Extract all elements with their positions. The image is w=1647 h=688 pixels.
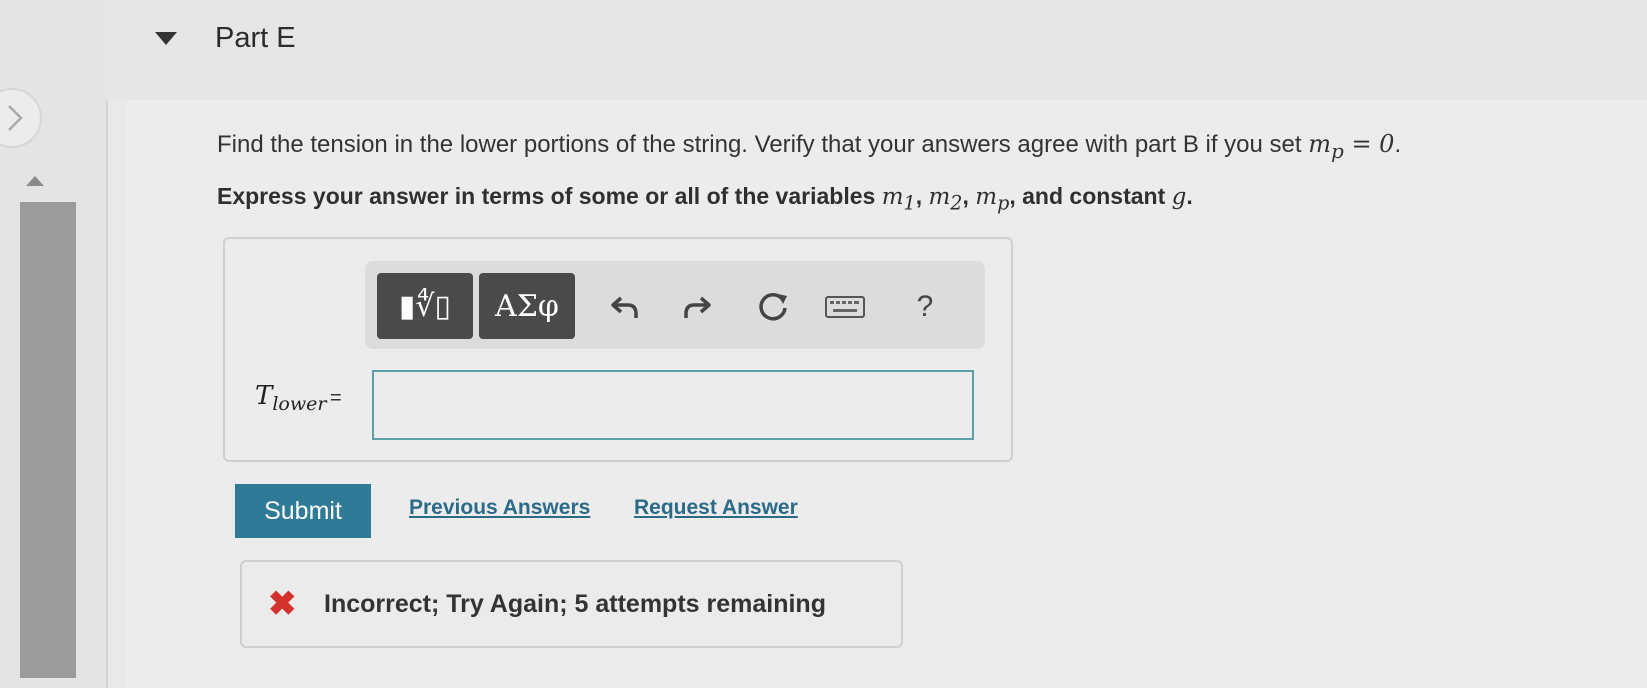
submit-button[interactable]: Submit — [235, 484, 371, 538]
equals-sign: = — [330, 387, 342, 409]
var-m1-sub: 1 — [903, 191, 916, 215]
scroll-up-arrow-icon[interactable] — [26, 176, 44, 186]
reset-icon[interactable] — [753, 287, 793, 327]
feedback-text: Incorrect; Try Again; 5 attempts remaini… — [324, 590, 826, 618]
request-answer-link[interactable]: Request Answer — [634, 496, 798, 520]
x-icon: ✖ — [268, 585, 297, 623]
part-title[interactable]: Part E — [215, 22, 296, 55]
instruction-main: Express your answer in terms of some or … — [217, 183, 882, 209]
help-button[interactable]: ? — [905, 287, 945, 327]
feedback-box: ✖ Incorrect; Try Again; 5 attempts remai… — [240, 560, 903, 648]
question-text: Find the tension in the lower portions o… — [217, 130, 1401, 163]
instruction-mid: , and constant — [1009, 183, 1172, 209]
var-m1-base: m — [881, 184, 904, 210]
var-mp: mp — [975, 184, 1009, 215]
header-band — [106, 0, 1647, 100]
var-m2-base: m — [928, 184, 951, 210]
redo-icon[interactable] — [677, 287, 717, 327]
undo-icon[interactable] — [605, 287, 645, 327]
expand-panel-button[interactable] — [0, 88, 42, 148]
var-mp-base: m — [975, 184, 998, 210]
math-toolbar: ▮∜▯ ΑΣφ ? — [365, 261, 985, 349]
sep-2: , — [962, 183, 976, 209]
var-mp-sub: p — [997, 191, 1010, 215]
answer-input[interactable] — [372, 370, 974, 440]
left-rail — [0, 0, 108, 688]
instruction-text: Express your answer in terms of some or … — [217, 183, 1193, 215]
answer-label-sub: lower — [272, 393, 327, 416]
answer-label-T: T — [255, 381, 273, 411]
answer-label: Tlower — [255, 381, 326, 415]
math-equals-zero: = 0 — [1343, 130, 1395, 158]
answer-panel: ▮∜▯ ΑΣφ ? Tlower = — [223, 237, 1013, 462]
instruction-end: . — [1186, 183, 1193, 209]
math-m: m — [1308, 130, 1331, 158]
question-text-main: Find the tension in the lower portions o… — [217, 131, 1309, 158]
question-period: . — [1394, 131, 1402, 158]
greek-symbols-button[interactable]: ΑΣφ — [479, 273, 575, 339]
sep-1: , — [915, 183, 929, 209]
var-m2-sub: 2 — [950, 191, 963, 215]
var-m1: m1 — [881, 184, 916, 215]
math-mp: mp — [1308, 130, 1344, 163]
chevron-right-icon — [8, 105, 23, 131]
var-g: g — [1171, 184, 1187, 210]
keyboard-icon[interactable] — [823, 287, 867, 327]
templates-button[interactable]: ▮∜▯ — [377, 273, 473, 339]
scrollbar-thumb[interactable] — [20, 202, 76, 678]
previous-answers-link[interactable]: Previous Answers — [409, 496, 590, 520]
collapse-caret-icon[interactable] — [155, 32, 177, 45]
var-m2: m2 — [928, 184, 962, 215]
math-sub-p: p — [1331, 138, 1344, 163]
